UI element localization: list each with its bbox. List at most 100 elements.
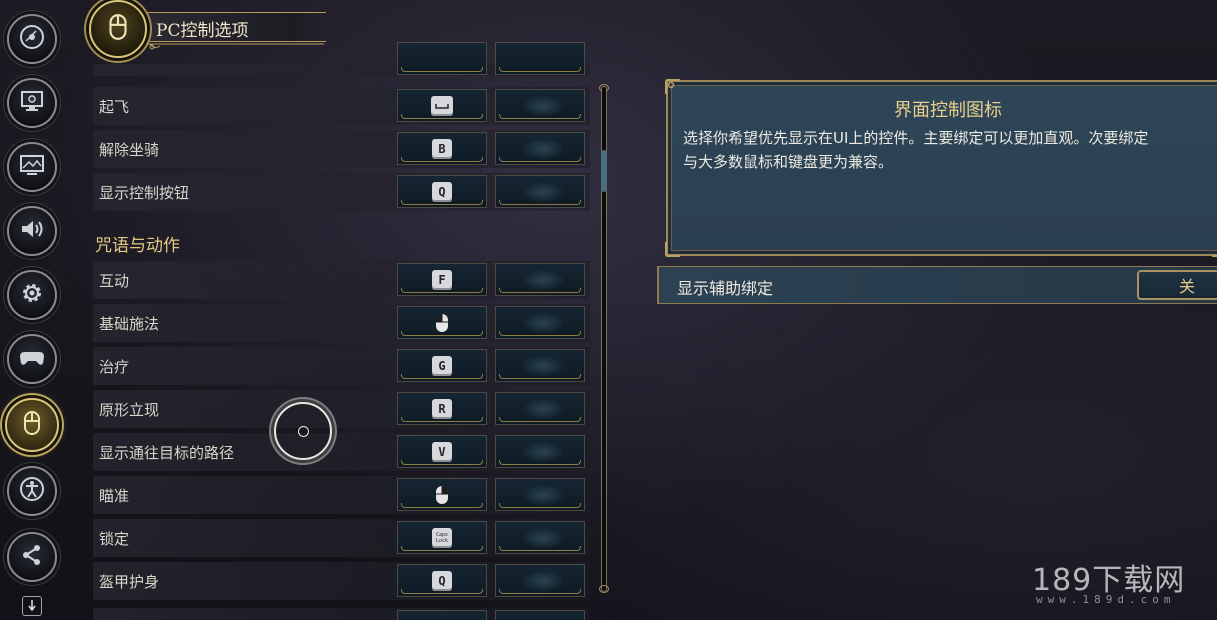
- primary-key-slot[interactable]: [397, 306, 487, 339]
- secondary-key-slot[interactable]: [495, 610, 585, 620]
- primary-key-slot[interactable]: V: [397, 435, 487, 468]
- primary-key-slot[interactable]: [397, 478, 487, 511]
- speaker-icon: [18, 215, 46, 247]
- primary-key-slot[interactable]: R: [397, 392, 487, 425]
- binding-row-show-controls: 显示控制按钮 Q: [93, 173, 590, 211]
- secondary-key-slot[interactable]: [495, 132, 585, 165]
- primary-key-slot[interactable]: Q: [397, 564, 487, 597]
- primary-key-slot[interactable]: F: [397, 263, 487, 296]
- scrollbar-thumb[interactable]: [601, 150, 607, 192]
- binding-row-revelio: 原形立现 R: [93, 390, 590, 428]
- keycap: V: [432, 441, 452, 462]
- primary-key-slot[interactable]: [397, 610, 487, 620]
- section-title: 咒语与动作: [95, 236, 180, 256]
- sidebar-item-game[interactable]: [7, 14, 57, 64]
- keycap-line: Lock: [435, 537, 449, 544]
- network-icon: [18, 541, 46, 573]
- binding-label: 锁定: [99, 530, 130, 548]
- primary-key-slot[interactable]: G: [397, 349, 487, 382]
- binding-label: 显示控制按钮: [99, 184, 190, 202]
- secondary-key-slot[interactable]: [495, 175, 585, 208]
- binding-row-interact: 互动 F: [93, 261, 590, 299]
- scrollbar-cap-bottom: [599, 585, 609, 593]
- secondary-key-slot[interactable]: [495, 42, 585, 75]
- binding-row-heal: 治疗 G: [93, 347, 590, 385]
- accessibility-icon: [18, 475, 46, 507]
- binding-row-dismount: 解除坐骑 B: [93, 130, 590, 168]
- primary-key-slot[interactable]: [397, 42, 487, 75]
- arrow-down-icon: [27, 597, 37, 616]
- cursor-ring: [274, 402, 332, 460]
- binding-row-aim: 瞄准: [93, 476, 590, 514]
- binding-label: 原形立现: [99, 401, 160, 419]
- binding-label: 起飞: [99, 98, 130, 116]
- space-key-icon: [431, 95, 453, 116]
- sidebar-item-controller[interactable]: [7, 334, 57, 384]
- monitor-icon: [18, 87, 46, 119]
- display-image-icon: [18, 151, 46, 183]
- binding-label: 显示通往目标的路径: [99, 444, 235, 462]
- toggle-label: 显示辅助绑定: [677, 279, 774, 298]
- binding-label: 瞄准: [99, 487, 130, 505]
- keycap: B: [432, 138, 452, 159]
- primary-key-slot[interactable]: B: [397, 132, 487, 165]
- secondary-key-slot[interactable]: [495, 349, 585, 382]
- show-secondary-bindings-row[interactable]: 显示辅助绑定 关: [657, 266, 1217, 304]
- binding-label: 解除坐骑: [99, 141, 160, 159]
- secondary-key-slot[interactable]: [495, 564, 585, 597]
- binding-label: 互动: [99, 272, 130, 290]
- mouse-icon: [103, 12, 133, 46]
- primary-key-slot[interactable]: Caps Lock: [397, 521, 487, 554]
- binding-row-protego: 盔甲护身 Q: [93, 562, 590, 600]
- sidebar-item-settings[interactable]: [7, 270, 57, 320]
- sidebar-item-pc-controls[interactable]: [5, 398, 59, 452]
- secondary-key-slot[interactable]: [495, 306, 585, 339]
- sidebar-item-audio[interactable]: [7, 206, 57, 256]
- info-description: 选择你希望优先显示在UI上的控件。主要绑定可以更加直观。次要绑定 与大多数鼠标和…: [683, 126, 1217, 174]
- binding-label: 基础施法: [99, 315, 160, 333]
- binding-row-basic-cast: 基础施法: [93, 304, 590, 342]
- binding-row-show-path: 显示通往目标的路径 V: [93, 433, 590, 471]
- sidebar-item-network[interactable]: [7, 532, 57, 582]
- keycap: Q: [432, 181, 452, 202]
- sidebar-item-accessibility[interactable]: [7, 466, 57, 516]
- corner-ornament: [665, 79, 680, 94]
- binding-row-lock-on: 锁定 Caps Lock: [93, 519, 590, 557]
- secondary-key-slot[interactable]: [495, 392, 585, 425]
- category-sidebar: [0, 0, 64, 620]
- secondary-key-slot[interactable]: [495, 435, 585, 468]
- binding-label: 治疗: [99, 358, 130, 376]
- table-row: [93, 608, 590, 620]
- table-row: [93, 42, 590, 76]
- keycap: G: [432, 355, 452, 376]
- secondary-key-slot[interactable]: [495, 478, 585, 511]
- corner-ornament: [1212, 255, 1217, 257]
- binding-row-takeoff: 起飞: [93, 87, 590, 125]
- sidebar-item-display[interactable]: [7, 78, 57, 128]
- gamepad-icon: [18, 343, 46, 375]
- primary-key-slot[interactable]: Q: [397, 175, 487, 208]
- show-secondary-bindings-toggle[interactable]: 关: [1137, 270, 1217, 300]
- secondary-key-slot[interactable]: [495, 263, 585, 296]
- watermark-url: www.189d.com: [1036, 593, 1176, 606]
- keycap: Q: [432, 570, 452, 591]
- right-mouse-icon: [436, 485, 448, 504]
- info-line: 选择你希望优先显示在UI上的控件。主要绑定可以更加直观。次要绑定: [683, 129, 1149, 147]
- gear-icon: [18, 279, 46, 311]
- keycap: F: [432, 269, 452, 290]
- secondary-key-slot[interactable]: [495, 89, 585, 122]
- info-title: 界面控制图标: [894, 100, 1002, 121]
- info-panel: 界面控制图标 选择你希望优先显示在UI上的控件。主要绑定可以更加直观。次要绑定 …: [665, 79, 1217, 257]
- disc-icon: [18, 23, 46, 55]
- sidebar-item-graphics[interactable]: [7, 142, 57, 192]
- binding-label: 盔甲护身: [99, 573, 160, 591]
- info-line: 与大多数鼠标和键盘更为兼容。: [683, 153, 894, 171]
- caps-lock-keycap: Caps Lock: [432, 527, 452, 548]
- keycap: R: [432, 398, 452, 419]
- sidebar-scroll-down[interactable]: [22, 596, 42, 616]
- primary-key-slot[interactable]: [397, 89, 487, 122]
- mouse-icon: [18, 409, 46, 441]
- left-mouse-icon: [436, 313, 448, 332]
- secondary-key-slot[interactable]: [495, 521, 585, 554]
- bindings-list: 起飞 解除坐骑 B 显示控制按钮 Q 咒语与动作 互动 F 基础施法 治疗 G: [93, 42, 590, 620]
